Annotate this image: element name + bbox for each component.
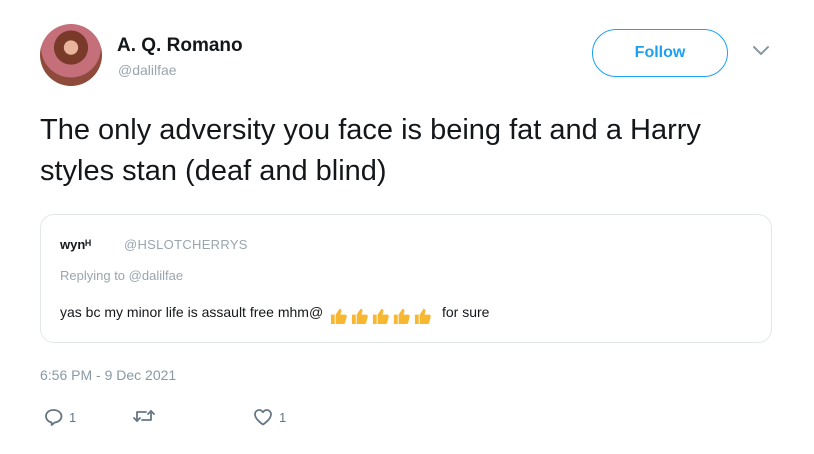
like-button[interactable]: 1 [253, 408, 286, 426]
avatar[interactable] [40, 24, 102, 86]
quoted-text: yas bc my minor life is assault free mhm… [60, 304, 489, 325]
thumbs-up-icon [393, 309, 410, 325]
retweet-button[interactable] [133, 408, 155, 424]
user-handle[interactable]: @dalilfae [118, 62, 177, 78]
reply-count: 1 [69, 409, 77, 425]
reply-button[interactable]: 1 [44, 408, 76, 426]
quoted-display-name: wynᴴ [60, 237, 91, 252]
chevron-down-icon[interactable] [752, 45, 770, 57]
at-symbol: @ [308, 304, 324, 320]
quoted-tweet[interactable]: wynᴴ @HSLOTCHERRYS Replying to @dalilfae… [40, 214, 772, 343]
quoted-suffix: for sure [441, 304, 490, 320]
retweet-icon [133, 410, 155, 422]
replying-to-mention[interactable]: @dalilfae [129, 268, 183, 283]
tweet-timestamp[interactable]: 6:56 PM - 9 Dec 2021 [40, 367, 176, 383]
thumbs-up-icon [414, 309, 431, 325]
replying-to: Replying to @dalilfae [60, 268, 183, 283]
follow-button[interactable]: Follow [592, 29, 728, 77]
display-name[interactable]: A. Q. Romano [117, 35, 243, 57]
tweet-text: The only adversity you face is being fat… [40, 114, 701, 187]
quoted-handle: @HSLOTCHERRYS [124, 237, 248, 252]
quoted-body: yas bc my minor life is assault free mhm [60, 304, 309, 320]
thumbs-up-icon [330, 309, 347, 325]
thumbs-up-emoji-group [329, 307, 434, 325]
thumbs-up-icon [351, 309, 368, 325]
replying-to-label: Replying to [60, 268, 129, 283]
thumbs-up-icon [372, 309, 389, 325]
heart-icon [254, 409, 272, 426]
reply-icon [45, 409, 63, 426]
like-count: 1 [279, 409, 287, 425]
